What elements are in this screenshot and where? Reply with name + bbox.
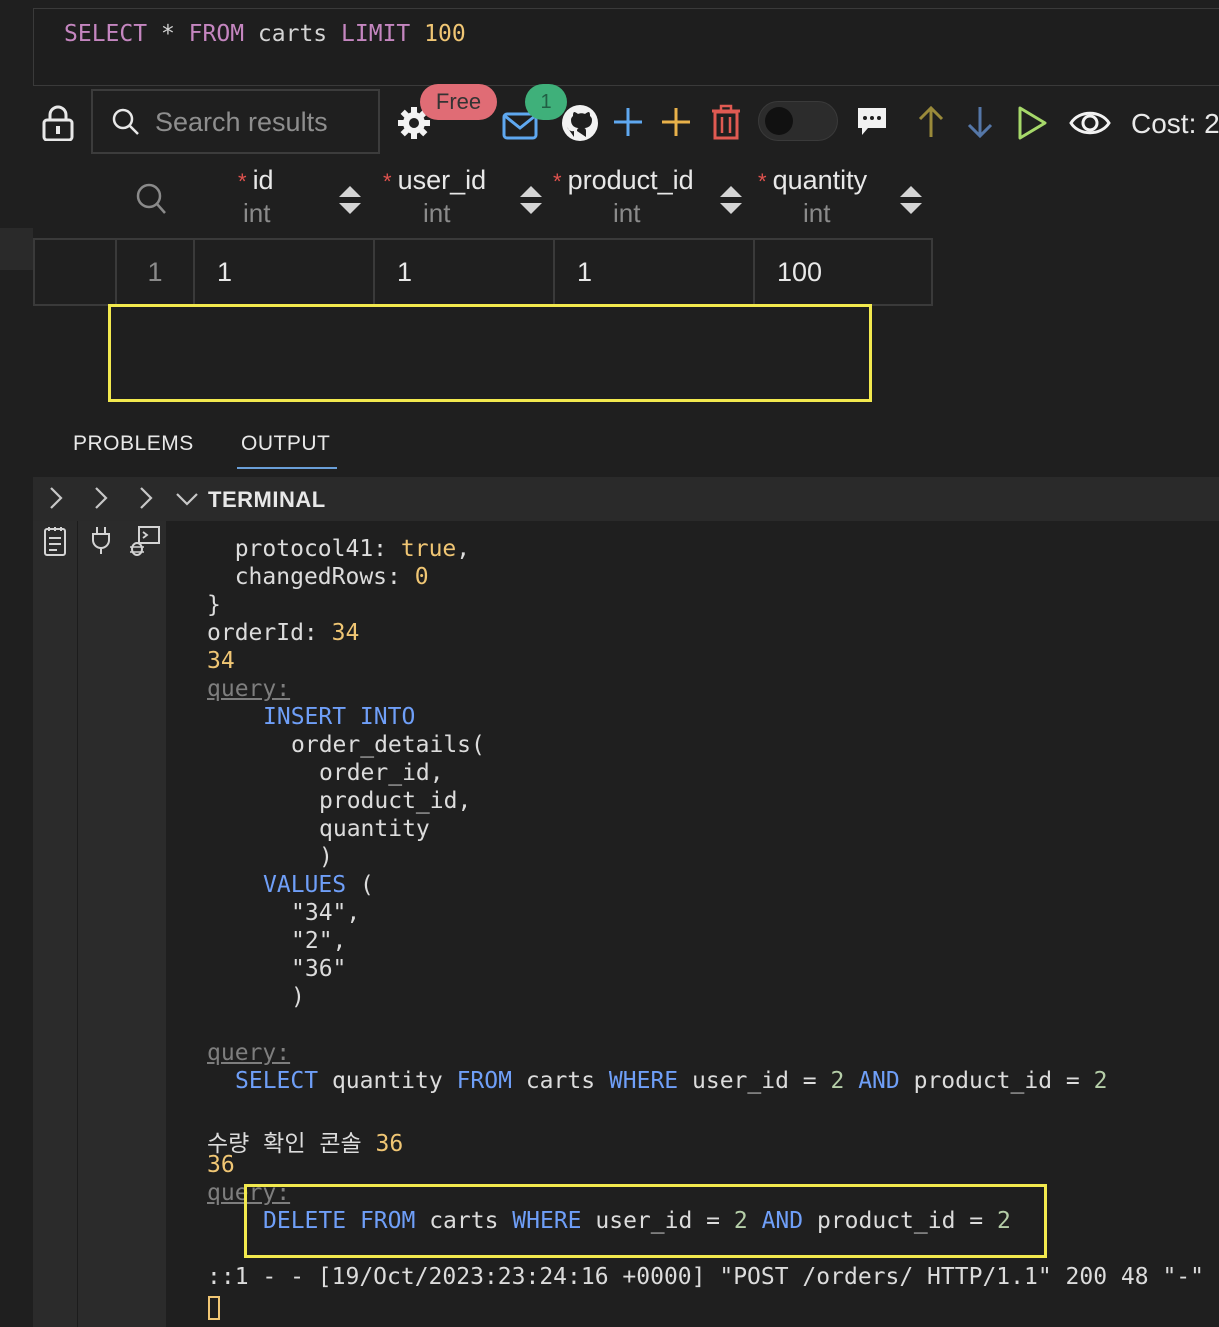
chevron-right-icon[interactable] — [136, 486, 156, 515]
active-tab-indicator — [237, 467, 337, 469]
terminal-line: 수량 확인 콘솔 36 — [207, 1131, 404, 1157]
notes-icon[interactable] — [43, 525, 67, 562]
cell-user-id[interactable]: 1 — [373, 240, 553, 304]
chevron-right-icon[interactable] — [91, 486, 111, 515]
column-type: int — [803, 198, 831, 228]
highlight-box — [244, 1184, 1047, 1258]
terminal-query-label: query: — [207, 676, 291, 702]
toggle-knob — [765, 107, 793, 135]
arrow-down-icon[interactable] — [965, 104, 995, 145]
sql-star: * — [160, 21, 175, 47]
terminal-line: ) — [319, 844, 333, 870]
terminal-line: changedRows: 0 — [234, 564, 429, 590]
terminal-line: orderId: 34 — [207, 620, 360, 646]
gutter-marker — [0, 228, 33, 270]
lock-icon[interactable] — [40, 105, 76, 146]
sort-icon[interactable] — [899, 184, 923, 221]
column-name: user_id — [397, 165, 487, 195]
terminal-line: VALUES ( — [263, 872, 374, 898]
side-panel-column — [122, 521, 167, 1327]
highlight-box — [108, 304, 872, 402]
run-icon[interactable] — [1016, 105, 1048, 146]
terminal-line: SELECT quantity FROM carts WHERE user_id… — [235, 1068, 1108, 1094]
sql-table: carts — [257, 21, 328, 47]
side-panel-column — [33, 521, 78, 1327]
github-icon[interactable] — [560, 103, 600, 148]
terminal-line: ) — [291, 984, 305, 1010]
sort-icon[interactable] — [719, 184, 743, 221]
cell-id[interactable]: 1 — [193, 240, 373, 304]
terminal-line: "2", — [291, 928, 347, 954]
column-header-id[interactable]: * id — [238, 165, 348, 196]
free-badge: Free — [420, 84, 497, 120]
sort-icon[interactable] — [338, 184, 362, 221]
tab-problems[interactable]: PROBLEMS — [73, 432, 194, 456]
cell-product-id[interactable]: 1 — [553, 240, 753, 304]
trash-icon[interactable] — [710, 104, 742, 145]
column-header-user-id[interactable]: * user_id — [383, 165, 503, 196]
terminal-line: quantity — [319, 816, 430, 842]
terminal-title[interactable]: TERMINAL — [208, 487, 326, 513]
column-name: id — [252, 165, 274, 195]
terminal-line: order_id, — [319, 760, 444, 786]
search-input[interactable] — [153, 105, 377, 139]
query-editor[interactable]: SELECT * FROM carts LIMIT 100 — [33, 8, 1219, 86]
required-marker: * — [758, 169, 767, 194]
required-marker: * — [238, 169, 247, 194]
tab-output[interactable]: OUTPUT — [241, 432, 330, 456]
column-header-product-id[interactable]: * product_id — [553, 165, 708, 196]
add-row-icon[interactable] — [612, 106, 644, 143]
required-marker: * — [553, 169, 562, 194]
sql-limit-value: 100 — [424, 21, 466, 47]
chevron-down-icon[interactable] — [175, 489, 199, 514]
search-box[interactable] — [91, 89, 380, 154]
eye-icon[interactable] — [1069, 107, 1111, 144]
column-name: quantity — [772, 165, 868, 195]
column-name: product_id — [567, 165, 694, 195]
terminal-line: protocol41: true, — [234, 536, 471, 562]
row-number: 1 — [115, 240, 193, 304]
arrow-up-icon[interactable] — [916, 104, 946, 145]
terminal-line: "36" — [291, 956, 347, 982]
cell-quantity[interactable]: 100 — [753, 240, 931, 304]
sql-keyword: FROM — [188, 21, 245, 47]
sql-keyword: LIMIT — [341, 21, 411, 47]
sql-keyword: SELECT — [64, 21, 148, 47]
cost-label: Cost: 2 — [1131, 108, 1219, 139]
toggle-switch[interactable] — [758, 101, 838, 141]
required-marker: * — [383, 169, 392, 194]
query-text[interactable]: SELECT * FROM carts LIMIT 100 — [64, 21, 466, 47]
terminal-query-label: query: — [207, 1040, 291, 1066]
debug-console-icon[interactable] — [129, 525, 161, 562]
terminal-line: INSERT INTO — [263, 704, 416, 730]
table-row[interactable]: 1 1 1 1 100 — [33, 238, 933, 306]
filter-search-icon[interactable] — [135, 182, 167, 221]
chevron-right-icon[interactable] — [46, 486, 66, 515]
sort-icon[interactable] — [519, 184, 543, 221]
column-type: int — [423, 198, 451, 228]
terminal-line: 34 — [207, 648, 235, 674]
search-icon — [111, 107, 141, 142]
terminal-line: product_id, — [319, 788, 472, 814]
add-column-icon[interactable] — [660, 106, 692, 143]
terminal-line: "34", — [291, 900, 361, 926]
terminal-line: order_details( — [291, 732, 485, 758]
comment-icon[interactable] — [856, 106, 888, 143]
column-header-quantity[interactable]: * quantity — [758, 165, 893, 196]
plug-icon[interactable] — [90, 525, 112, 560]
side-panel-column — [78, 521, 123, 1327]
column-type: int — [613, 198, 641, 228]
terminal-cursor — [208, 1296, 220, 1320]
terminal-log-line: ::1 - - [19/Oct/2023:23:24:16 +0000] "PO… — [207, 1264, 1204, 1290]
terminal-line: 36 — [207, 1152, 235, 1178]
terminal-line: } — [207, 592, 221, 618]
column-type: int — [243, 198, 271, 228]
